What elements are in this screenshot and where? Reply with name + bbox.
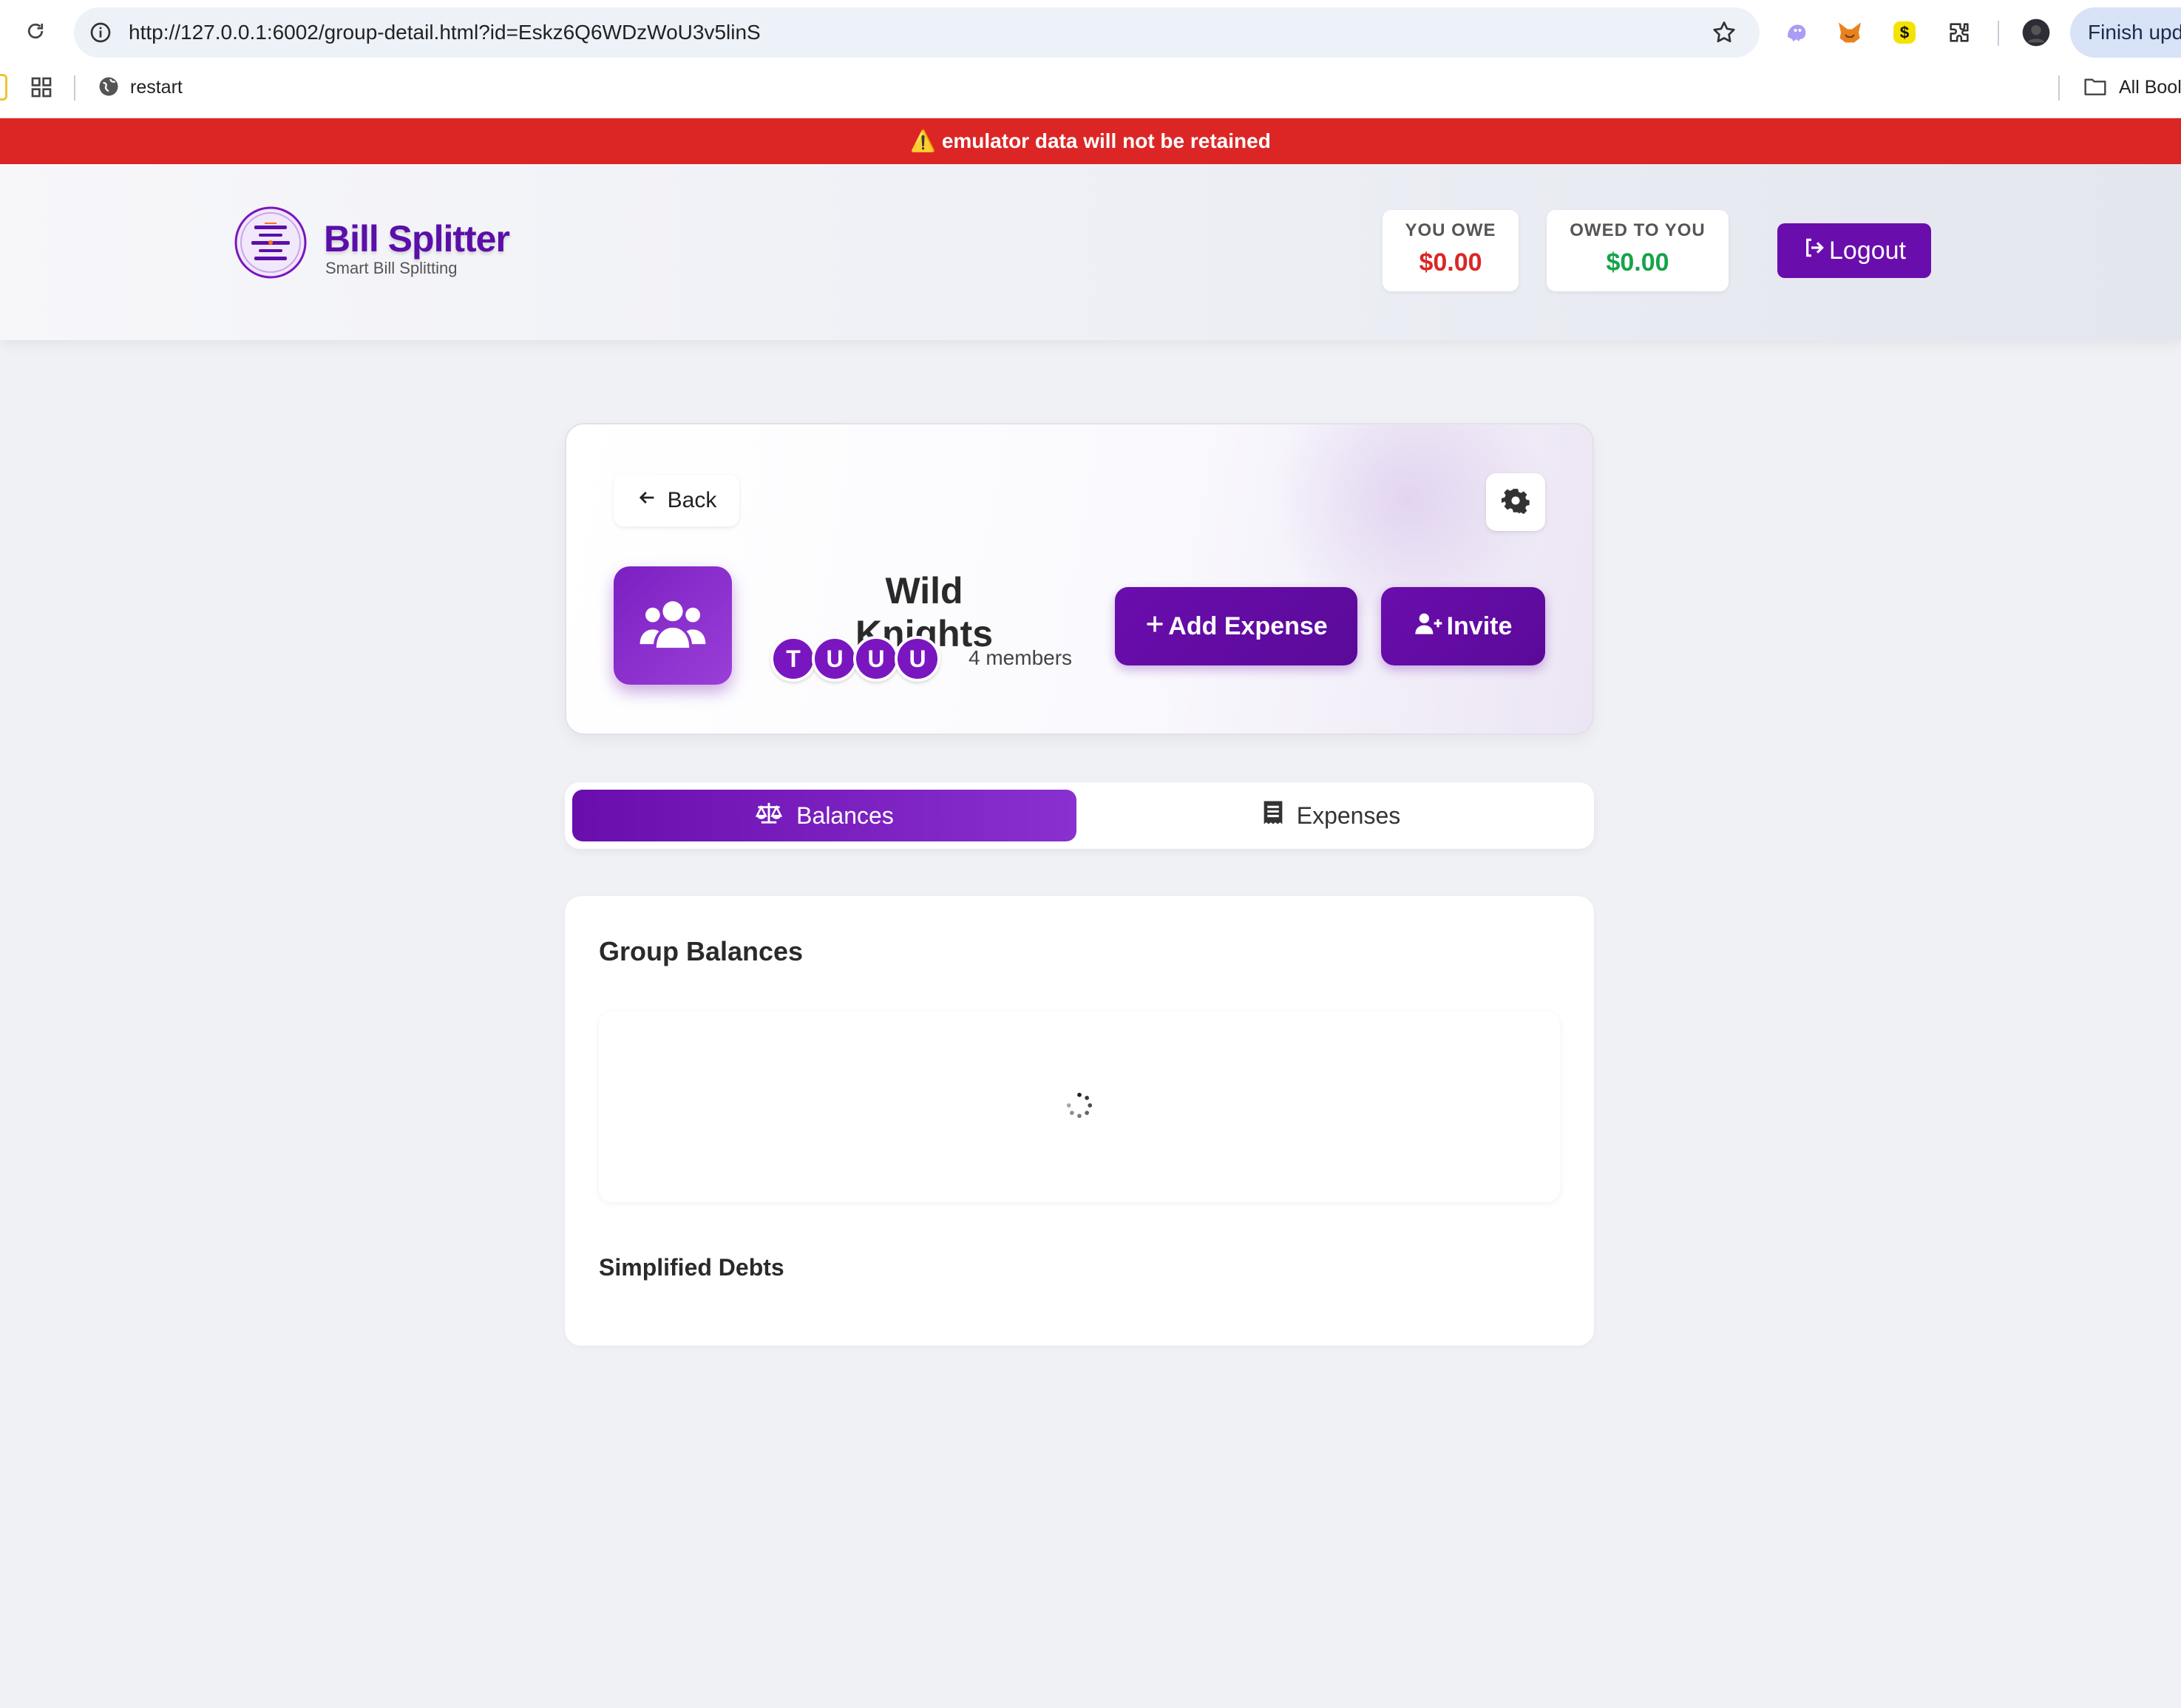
owed-to-you-card: OWED TO YOU $0.00 (1547, 210, 1729, 291)
app-logo-icon[interactable] (234, 206, 308, 279)
app-header: Bill Splitter Smart Bill Splitting YOU O… (0, 164, 2181, 340)
apps-grid-icon[interactable] (30, 75, 53, 99)
logout-icon (1802, 236, 1826, 266)
bookmarks-divider (74, 75, 75, 101)
group-balances-title: Group Balances (599, 936, 804, 966)
browser-toolbar: http://127.0.0.1:6002/group-detail.html?… (0, 0, 2181, 67)
tab-balances-label: Balances (796, 802, 894, 829)
user-plus-icon (1414, 611, 1444, 642)
bookmark-restart[interactable]: restart (130, 74, 183, 101)
receipt-icon (1263, 800, 1283, 831)
url-text: http://127.0.0.1:6002/group-detail.html?… (129, 21, 761, 44)
you-owe-value: $0.00 (1419, 248, 1482, 277)
invite-button[interactable]: Invite (1381, 587, 1545, 665)
finish-update-button[interactable]: Finish upd (2070, 7, 2181, 58)
address-bar[interactable]: http://127.0.0.1:6002/group-detail.html?… (74, 7, 1760, 58)
invite-label: Invite (1446, 611, 1513, 640)
member-avatar[interactable]: U (853, 636, 899, 682)
plus-icon (1144, 612, 1165, 641)
balances-panel: Group Balances Simplified Debts (565, 896, 1594, 1346)
group-header-card: Back Wild Knights T U U U 4 members Add … (565, 423, 1594, 735)
globe-icon (98, 75, 120, 98)
owed-to-you-label: OWED TO YOU (1570, 220, 1706, 240)
reload-icon[interactable] (22, 18, 49, 44)
you-owe-label: YOU OWE (1405, 220, 1496, 240)
simplified-debts-title: Simplified Debts (599, 1254, 784, 1281)
profile-avatar[interactable] (2021, 18, 2051, 47)
group-tabs: Balances Expenses (565, 782, 1594, 849)
puzzle-extensions-icon[interactable] (1944, 18, 1974, 47)
toolbar-divider (1998, 21, 1999, 46)
member-avatar[interactable]: U (895, 636, 940, 682)
logout-label: Logout (1829, 236, 1906, 265)
bookmarks-divider (2058, 75, 2060, 101)
ghost-extension-icon[interactable] (1782, 18, 1811, 47)
tab-expenses-label: Expenses (1296, 802, 1401, 829)
member-avatar[interactable]: T (770, 636, 816, 682)
folder-icon[interactable] (2083, 76, 2107, 97)
all-bookmarks-label[interactable]: All Bool (2119, 74, 2181, 101)
users-icon (640, 597, 706, 655)
group-settings-button[interactable] (1486, 473, 1545, 531)
emulator-warning-banner: ⚠️ emulator data will not be retained (0, 118, 2181, 164)
owed-to-you-value: $0.00 (1606, 248, 1669, 277)
brand-title[interactable]: Bill Splitter (324, 217, 510, 260)
tab-balances[interactable]: Balances (572, 790, 1076, 841)
site-info-icon[interactable] (89, 21, 112, 44)
add-expense-button[interactable]: Add Expense (1115, 587, 1357, 665)
svg-text:$: $ (1900, 24, 1910, 42)
member-avatar[interactable]: U (812, 636, 858, 682)
you-owe-card: YOU OWE $0.00 (1383, 210, 1519, 291)
members-count: 4 members (969, 646, 1073, 669)
scale-icon (755, 800, 783, 831)
back-label: Back (667, 488, 717, 512)
bookmark-star-icon[interactable] (1711, 19, 1737, 46)
add-expense-label: Add Expense (1168, 611, 1328, 640)
tab-expenses[interactable]: Expenses (1076, 790, 1587, 841)
fox-extension-icon[interactable] (1835, 18, 1865, 47)
gear-icon (1502, 487, 1530, 518)
loading-spinner-icon (1065, 1091, 1093, 1123)
dollar-extension-icon[interactable]: $ (1890, 18, 1919, 47)
logout-button[interactable]: Logout (1777, 223, 1931, 278)
bookmarks-bar (0, 67, 2181, 118)
balances-loading-box (599, 1011, 1560, 1202)
brand-subtitle: Smart Bill Splitting (325, 259, 458, 277)
bookmark-tab-group-marker[interactable] (0, 74, 7, 101)
arrow-left-icon (637, 487, 657, 514)
group-avatar (614, 566, 732, 685)
back-button[interactable]: Back (614, 475, 739, 526)
